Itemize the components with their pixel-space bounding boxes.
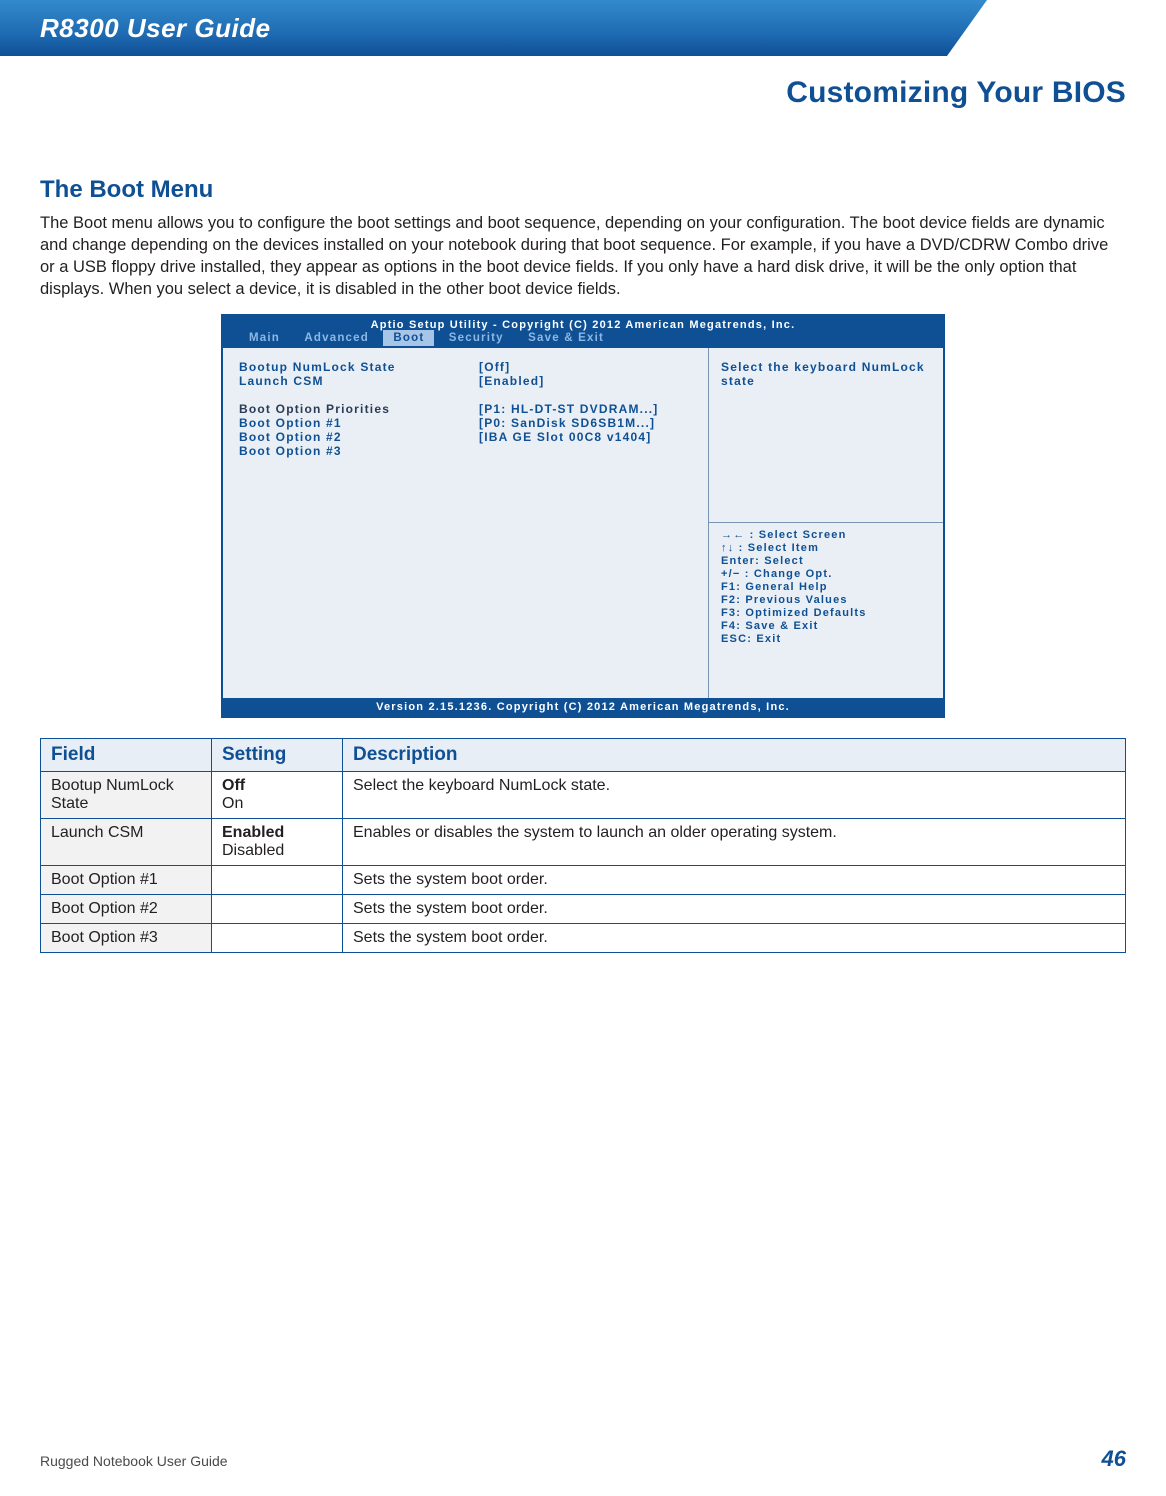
bios-mid-col: [Off] [Enabled] [P1: HL-DT-ST DVDRAM...]… (475, 348, 708, 698)
bios-val-opt1: [P1: HL-DT-ST DVDRAM...] (479, 402, 704, 416)
bios-row-numlock[interactable]: Bootup NumLock State (239, 360, 469, 374)
bios-opt-2[interactable]: Boot Option #2 (239, 430, 469, 444)
bios-left-col: Bootup NumLock State Launch CSM Boot Opt… (223, 348, 475, 698)
table-row: Launch CSMEnabledDisabledEnables or disa… (41, 819, 1126, 866)
bios-footer: Version 2.15.1236. Copyright (C) 2012 Am… (223, 698, 943, 716)
cell-desc: Sets the system boot order. (343, 895, 1126, 924)
th-field: Field (41, 739, 212, 772)
chapter-title: Customizing Your BIOS (0, 56, 1166, 110)
bios-opt-1[interactable]: Boot Option #1 (239, 416, 469, 430)
page-content: The Boot Menu The Boot menu allows you t… (0, 110, 1166, 953)
bios-tab-main[interactable]: Main (239, 330, 290, 346)
cell-field: Bootup NumLock State (41, 772, 212, 819)
cell-desc: Enables or disables the system to launch… (343, 819, 1126, 866)
bios-help-6: F3: Optimized Defaults (721, 607, 931, 619)
cell-desc: Select the keyboard NumLock state. (343, 772, 1126, 819)
bios-help-3: +/− : Change Opt. (721, 568, 931, 580)
bios-tab-security[interactable]: Security (439, 330, 514, 346)
settings-table: Field Setting Description Bootup NumLock… (40, 738, 1126, 953)
section-heading: The Boot Menu (40, 176, 1126, 204)
bios-help-2: Enter: Select (721, 555, 931, 567)
doc-title: R8300 User Guide (40, 13, 271, 44)
bios-help-4: F1: General Help (721, 581, 931, 593)
bios-tabs: Main Advanced Boot Security Save & Exit (223, 332, 943, 348)
bios-right-col: Select the keyboard NumLock state →← : S… (708, 348, 943, 698)
cell-field: Boot Option #2 (41, 895, 212, 924)
cell-desc: Sets the system boot order. (343, 866, 1126, 895)
cell-setting: OffOn (212, 772, 343, 819)
bios-help-5: F2: Previous Values (721, 594, 931, 606)
bios-help-8: ESC: Exit (721, 633, 931, 645)
cell-desc: Sets the system boot order. (343, 924, 1126, 953)
footer-left: Rugged Notebook User Guide (40, 1453, 228, 1469)
bios-tab-advanced[interactable]: Advanced (294, 330, 379, 346)
bios-help-1: ↑↓ : Select Item (721, 542, 931, 554)
page-footer: Rugged Notebook User Guide 46 (40, 1446, 1126, 1472)
bios-tab-save-exit[interactable]: Save & Exit (518, 330, 614, 346)
table-row: Boot Option #2 Sets the system boot order… (41, 895, 1126, 924)
bios-val-opt3: [IBA GE Slot 00C8 v1404] (479, 430, 704, 444)
table-row: Bootup NumLock StateOffOnSelect the keyb… (41, 772, 1126, 819)
header-bar: R8300 User Guide (0, 0, 1166, 56)
bios-val-numlock: [Off] (479, 360, 704, 374)
bios-group-label: Boot Option Priorities (239, 402, 469, 416)
cell-setting (212, 895, 343, 924)
bios-tab-boot[interactable]: Boot (383, 330, 434, 346)
bios-row-csm[interactable]: Launch CSM (239, 374, 469, 388)
cell-field: Launch CSM (41, 819, 212, 866)
cell-setting (212, 866, 343, 895)
bios-screenshot: Aptio Setup Utility - Copyright (C) 2012… (221, 314, 945, 718)
bios-body: Bootup NumLock State Launch CSM Boot Opt… (223, 348, 943, 698)
bios-help-top: Select the keyboard NumLock state (721, 360, 931, 388)
cell-field: Boot Option #1 (41, 866, 212, 895)
table-row: Boot Option #1 Sets the system boot order… (41, 866, 1126, 895)
bios-val-csm: [Enabled] (479, 374, 704, 388)
th-desc: Description (343, 739, 1126, 772)
table-row: Boot Option #3 Sets the system boot order… (41, 924, 1126, 953)
th-setting: Setting (212, 739, 343, 772)
cell-field: Boot Option #3 (41, 924, 212, 953)
bios-help-0: →← : Select Screen (721, 529, 931, 541)
cell-setting: EnabledDisabled (212, 819, 343, 866)
bios-val-opt2: [P0: SanDisk SD6SB1M...] (479, 416, 704, 430)
section-body: The Boot menu allows you to configure th… (40, 212, 1126, 300)
bios-opt-3[interactable]: Boot Option #3 (239, 444, 469, 458)
bios-help-7: F4: Save & Exit (721, 620, 931, 632)
cell-setting (212, 924, 343, 953)
page-number: 46 (1102, 1446, 1126, 1472)
